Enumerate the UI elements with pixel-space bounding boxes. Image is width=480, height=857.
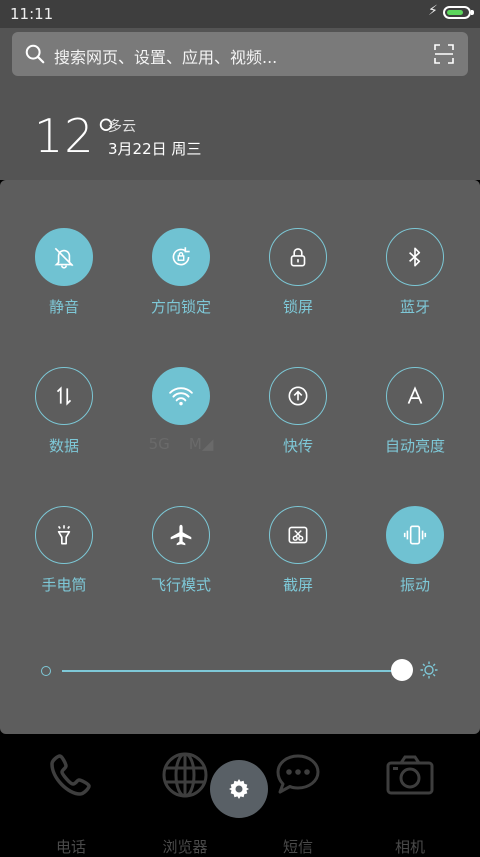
tile-quick-transfer[interactable]: 快传 [248,367,348,477]
tile-label: 振动 [399,576,430,594]
lock-icon[interactable] [269,228,327,286]
dock-camera[interactable]: 相机 [365,750,455,856]
tile-label: 截屏 [282,576,313,594]
tile-label: 手电筒 [41,576,87,594]
battery-icon [443,6,471,19]
charging-icon: ⚡ [428,3,438,19]
tile-label: 蓝牙 [399,298,430,316]
globe-icon[interactable] [160,750,210,800]
tile-vibrate[interactable]: 振动 [365,506,465,616]
tile-lock-screen[interactable]: 锁屏 [248,228,348,338]
dock-label: 浏览器 [162,838,208,856]
data-arrows-icon[interactable] [35,367,93,425]
screenshot-icon[interactable] [269,506,327,564]
tile-mute[interactable]: 静音 [14,228,114,338]
dock-label: 电话 [55,838,86,856]
wifi-icon[interactable] [152,367,210,425]
status-bar: 11:11 ⚡ [0,0,480,28]
dock-phone[interactable]: 电话 [26,750,116,856]
airplane-icon[interactable] [152,506,210,564]
brightness-slider[interactable] [62,670,402,672]
tile-label: 静音 [48,298,79,316]
tile-wifi[interactable]: 5G M◢ [131,367,231,477]
status-time: 11:11 [10,5,54,23]
dock-messages[interactable]: 短信 [253,750,343,856]
tile-flashlight[interactable]: 手电筒 [14,506,114,616]
vibrate-icon[interactable] [386,506,444,564]
tile-label: 5G M◢ [148,435,214,453]
tile-rotation-lock[interactable]: 方向锁定 [131,228,231,338]
phone-icon[interactable] [46,750,96,800]
flashlight-icon[interactable] [35,506,93,564]
bluetooth-icon[interactable] [386,228,444,286]
tile-label: 快传 [282,437,313,455]
search-icon [25,44,45,64]
tile-screenshot[interactable]: 截屏 [248,506,348,616]
dock-label: 相机 [394,838,425,856]
quick-settings-panel: 静音 方向锁定 锁屏 蓝牙 数据 5G M◢ 快传 自动亮度 手电筒 飞行模式 … [0,180,480,734]
tile-airplane-mode[interactable]: 飞行模式 [131,506,231,616]
scan-icon[interactable] [434,44,454,64]
tile-label: 自动亮度 [384,437,445,455]
upload-icon[interactable] [269,367,327,425]
tile-label: 锁屏 [282,298,313,316]
date-text: 3月22日 周三 [108,140,202,158]
tile-label: 飞行模式 [150,576,211,594]
brightness-slider-handle[interactable] [391,659,413,681]
dock-label: 短信 [282,838,313,856]
settings-button[interactable] [210,760,268,818]
tile-bluetooth[interactable]: 蓝牙 [365,228,465,338]
brightness-max-icon [420,661,438,679]
tile-data[interactable]: 数据 [14,367,114,477]
gear-icon [229,779,249,799]
battery-tip [471,10,474,15]
search-bar[interactable]: 搜索网页、设置、应用、视频... [12,32,468,76]
battery-level [447,10,463,15]
camera-icon[interactable] [385,750,435,800]
tile-auto-brightness[interactable]: 自动亮度 [365,367,465,477]
tile-label: 方向锁定 [150,298,211,316]
search-placeholder[interactable]: 搜索网页、设置、应用、视频... [54,44,277,68]
bell-off-icon[interactable] [35,228,93,286]
weather-condition: 多云 [108,119,136,135]
rotation-lock-icon[interactable] [152,228,210,286]
message-icon[interactable] [273,750,323,800]
temperature: 12° [34,109,119,163]
brightness-min-icon [41,666,51,676]
auto-brightness-icon[interactable] [386,367,444,425]
tile-label: 数据 [48,437,79,455]
